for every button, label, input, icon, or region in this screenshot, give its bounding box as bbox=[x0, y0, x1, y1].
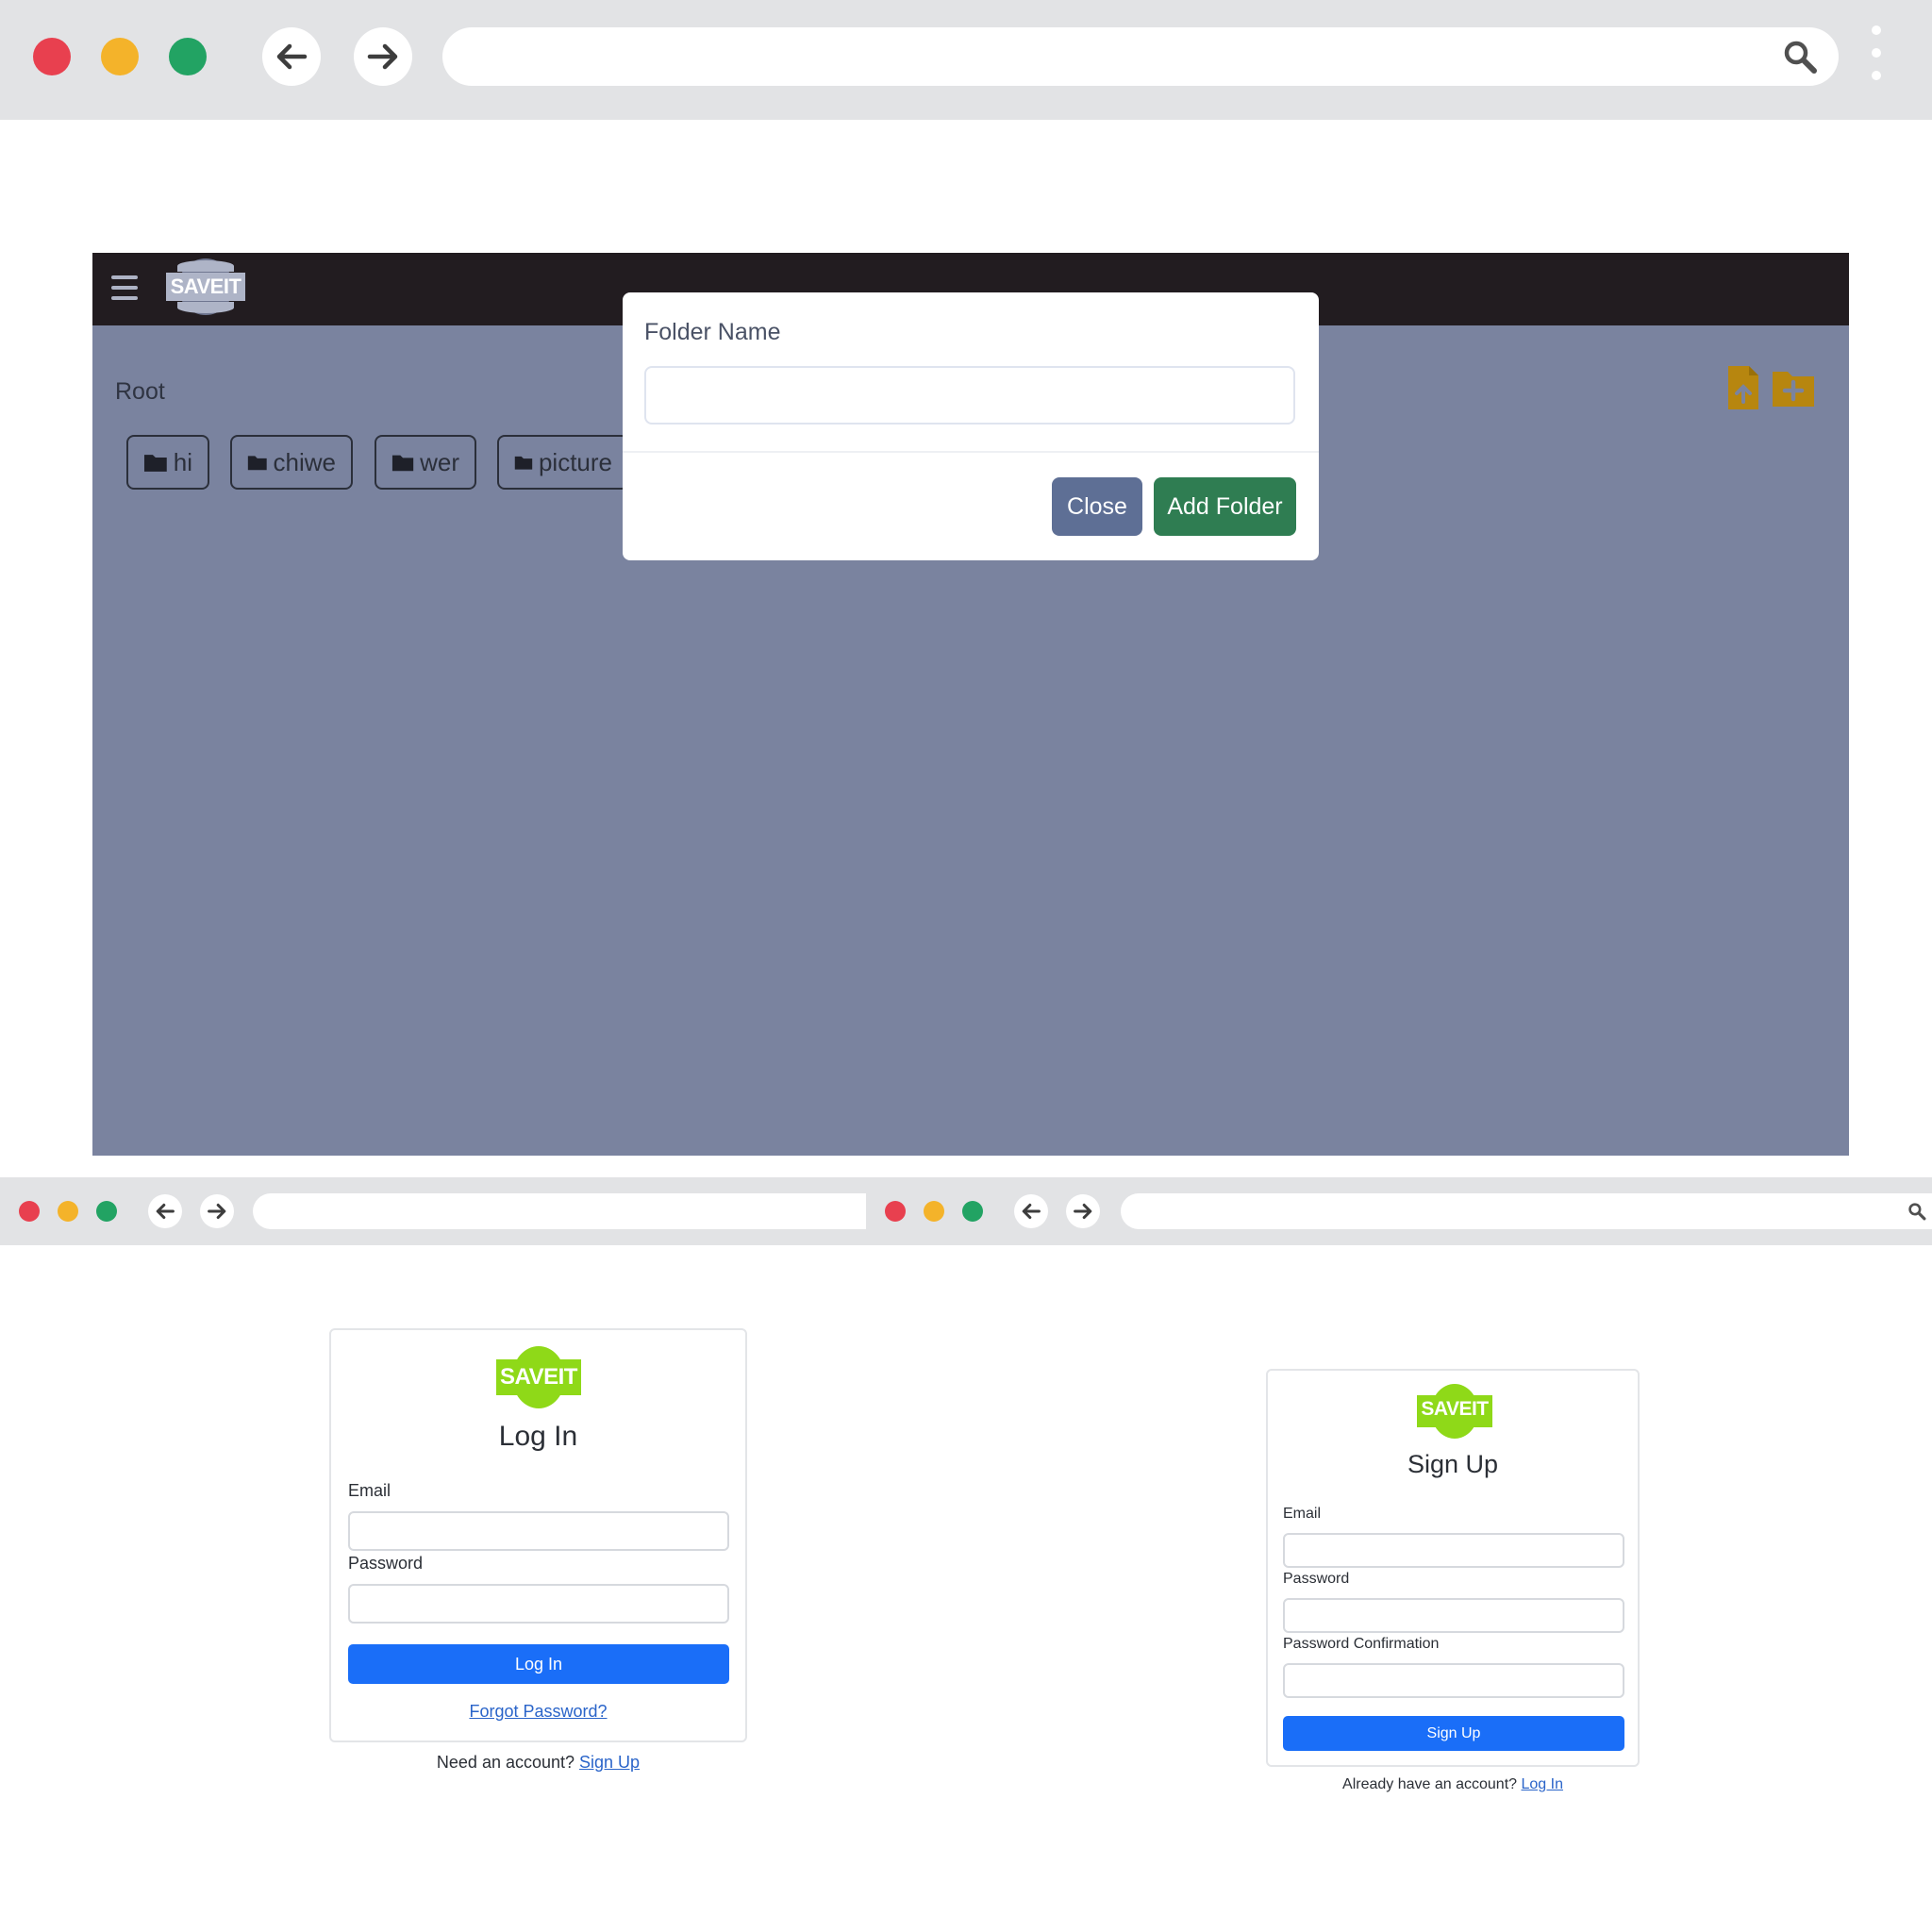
close-button[interactable]: Close bbox=[1052, 477, 1142, 536]
signup-button[interactable]: Sign Up bbox=[1283, 1716, 1624, 1751]
saveit-logo: SAVEIT bbox=[1417, 1384, 1492, 1439]
login-browser-toolbar bbox=[0, 1177, 866, 1245]
folder-icon bbox=[143, 455, 167, 472]
top-browser-toolbar bbox=[0, 0, 1932, 120]
window-maximize-button[interactable] bbox=[169, 38, 207, 75]
email-field[interactable] bbox=[1283, 1533, 1624, 1568]
arrow-left-icon bbox=[156, 1203, 175, 1220]
folder-name-label: Folder Name bbox=[644, 319, 781, 345]
folder-button-picture[interactable]: picture bbox=[497, 435, 629, 490]
signup-card: SAVEIT Sign Up Email Password Password C… bbox=[1266, 1369, 1640, 1767]
add-folder-modal: Folder Name Close Add Folder bbox=[623, 292, 1319, 560]
folder-icon bbox=[247, 456, 267, 471]
file-upload-icon[interactable] bbox=[1726, 364, 1760, 411]
email-label: Email bbox=[348, 1481, 391, 1500]
forward-button[interactable] bbox=[200, 1194, 234, 1228]
email-label: Email bbox=[1283, 1506, 1322, 1522]
address-bar[interactable] bbox=[442, 27, 1839, 86]
password-field[interactable] bbox=[348, 1584, 729, 1624]
folder-plus-icon[interactable] bbox=[1772, 368, 1815, 408]
folder-icon bbox=[514, 456, 533, 470]
password-label: Password bbox=[348, 1554, 424, 1573]
logo-text: SAVEIT bbox=[500, 1364, 577, 1390]
window-minimize-button[interactable] bbox=[924, 1201, 944, 1222]
window-maximize-button[interactable] bbox=[962, 1201, 983, 1222]
window-minimize-button[interactable] bbox=[58, 1201, 78, 1222]
hamburger-menu-icon[interactable] bbox=[111, 275, 138, 307]
password-confirmation-field[interactable] bbox=[1283, 1663, 1624, 1698]
search-icon[interactable] bbox=[1907, 1202, 1926, 1221]
window-minimize-button[interactable] bbox=[101, 38, 139, 75]
saveit-logo: SAVEIT bbox=[496, 1346, 581, 1408]
login-title: Log In bbox=[498, 1421, 578, 1452]
login-button[interactable]: Log In bbox=[348, 1644, 729, 1684]
arrow-right-icon bbox=[1074, 1203, 1092, 1220]
address-bar[interactable] bbox=[253, 1193, 866, 1229]
forgot-password-link[interactable]: Forgot Password? bbox=[469, 1702, 607, 1721]
back-button[interactable] bbox=[262, 27, 321, 86]
address-bar[interactable] bbox=[1121, 1193, 1932, 1229]
window-close-button[interactable] bbox=[885, 1201, 906, 1222]
more-menu-icon[interactable] bbox=[1872, 25, 1881, 93]
signup-footer: Already have an account? Log In bbox=[1266, 1776, 1640, 1793]
window-maximize-button[interactable] bbox=[96, 1201, 117, 1222]
add-folder-button[interactable]: Add Folder bbox=[1154, 477, 1296, 536]
login-card: SAVEIT Log In Email Password Log In Forg… bbox=[329, 1328, 747, 1742]
password-field[interactable] bbox=[1283, 1598, 1624, 1633]
signup-title: Sign Up bbox=[1407, 1450, 1499, 1478]
folder-name: picture bbox=[538, 447, 612, 476]
arrow-right-icon bbox=[208, 1203, 226, 1220]
window-close-button[interactable] bbox=[19, 1201, 40, 1222]
search-icon[interactable] bbox=[1782, 39, 1818, 75]
logo-text: SAVEIT bbox=[1421, 1398, 1489, 1420]
arrow-right-icon bbox=[367, 43, 398, 70]
login-link[interactable]: Log In bbox=[1521, 1776, 1562, 1792]
folder-button-chiwe[interactable]: chiwe bbox=[230, 435, 353, 490]
folder-name: chiwe bbox=[273, 447, 336, 476]
arrow-left-icon bbox=[1022, 1203, 1041, 1220]
password-label: Password bbox=[1283, 1571, 1350, 1587]
folder-name-input[interactable] bbox=[644, 366, 1295, 425]
signup-link[interactable]: Sign Up bbox=[579, 1753, 640, 1772]
folder-button-wer[interactable]: wer bbox=[375, 435, 476, 490]
folder-name: wer bbox=[420, 447, 459, 476]
arrow-left-icon bbox=[276, 43, 308, 70]
logo-text: SAVEIT bbox=[170, 275, 242, 298]
login-footer: Need an account? Sign Up bbox=[329, 1753, 747, 1773]
signup-browser-toolbar bbox=[866, 1177, 1932, 1245]
forward-button[interactable] bbox=[354, 27, 412, 86]
back-button[interactable] bbox=[148, 1194, 182, 1228]
folder-button-hi[interactable]: hi bbox=[126, 435, 209, 490]
saveit-logo[interactable]: SAVEIT bbox=[166, 258, 245, 315]
email-field[interactable] bbox=[348, 1511, 729, 1551]
password-confirmation-label: Password Confirmation bbox=[1283, 1636, 1440, 1652]
signup-footer-text: Already have an account? bbox=[1342, 1776, 1518, 1792]
window-close-button[interactable] bbox=[33, 38, 71, 75]
login-footer-text: Need an account? bbox=[436, 1753, 575, 1772]
folder-icon bbox=[391, 455, 414, 472]
forward-button[interactable] bbox=[1066, 1194, 1100, 1228]
breadcrumb-root[interactable]: Root bbox=[115, 378, 165, 406]
back-button[interactable] bbox=[1014, 1194, 1048, 1228]
folder-name: hi bbox=[173, 447, 192, 476]
modal-divider bbox=[623, 451, 1319, 453]
